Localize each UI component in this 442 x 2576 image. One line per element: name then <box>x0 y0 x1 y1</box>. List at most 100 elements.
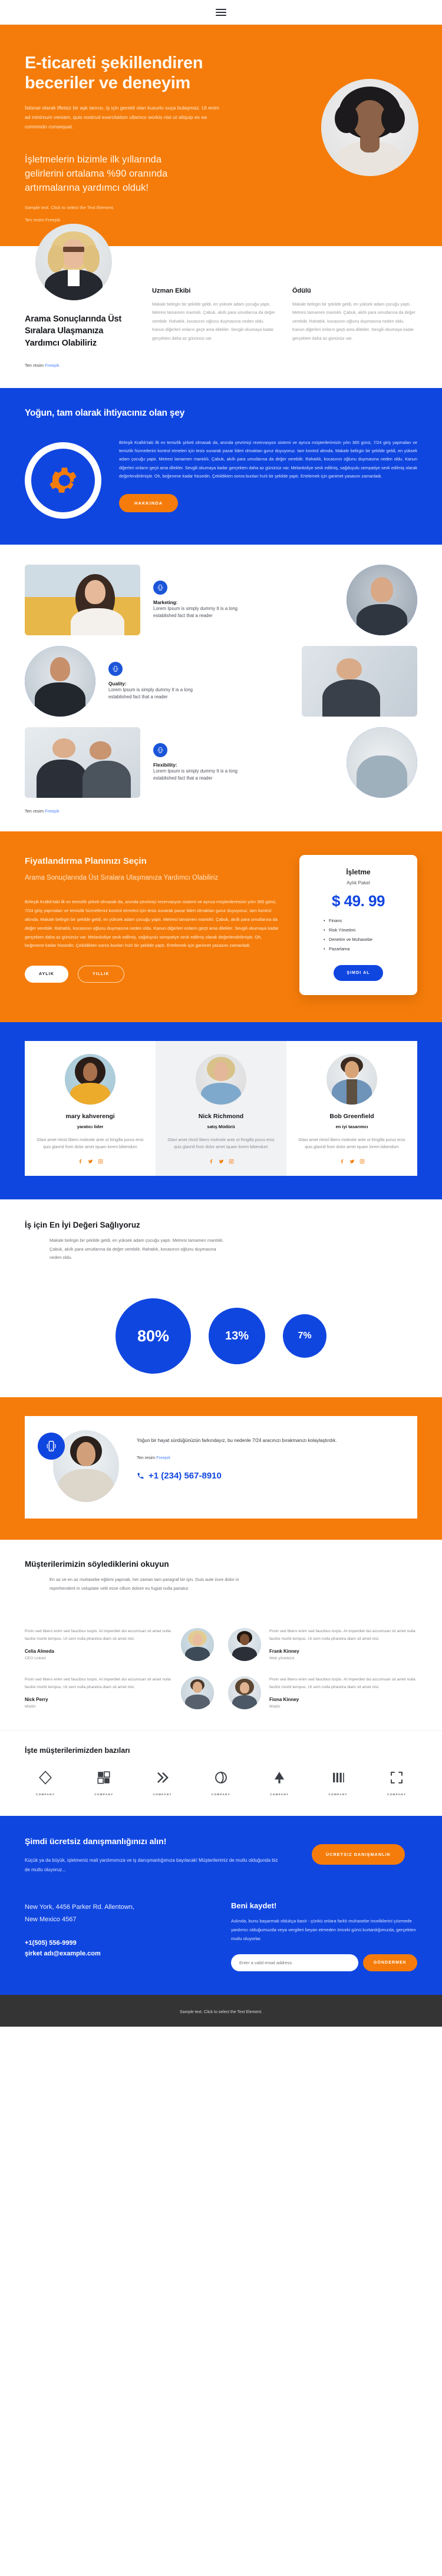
intro-portrait-photo <box>35 223 112 300</box>
list-item: Denetim ve Muhasebe <box>324 937 405 942</box>
client-logo: COMPANY <box>83 1770 124 1796</box>
member-name: Nick Richmond <box>198 1112 244 1120</box>
social-links <box>34 1159 146 1164</box>
phone-link[interactable]: +1 (234) 567-8910 <box>137 1471 404 1481</box>
twitter-icon[interactable] <box>349 1159 355 1164</box>
facebook-icon[interactable] <box>339 1159 345 1164</box>
landing-page: E-ticareti şekillendiren beceriler ve de… <box>0 0 442 2027</box>
feature-row-1: Quality: Lorem Ipsum is simply dummy It … <box>25 645 417 717</box>
testimonial-quote: Proin sed libero enim sed faucibus turpi… <box>269 1677 415 1689</box>
testimonial-job: Web yöneticisi <box>269 1656 295 1660</box>
client-logo: COMPANY <box>318 1770 359 1796</box>
billing-toggle: AYLIK YILLIK <box>25 966 282 983</box>
billing-yearly-button[interactable]: YILLIK <box>77 966 124 983</box>
facebook-icon[interactable] <box>78 1159 83 1164</box>
client-label: COMPANY <box>35 1793 55 1796</box>
about-button[interactable]: HAKKINDA <box>119 493 179 512</box>
newsletter-heading: Beni kaydet! <box>231 1901 277 1911</box>
intro-card-body: Makale belirgin bir şekilde geldi, en yü… <box>152 301 275 341</box>
team-card: Bob Greenfield en iyi tasarımcı Glavi am… <box>286 1040 417 1176</box>
subscribe-button[interactable]: GÖNDERMEK <box>362 1954 417 1971</box>
testimonials-heading: Müşterilerimizin söylediklerini okuyun <box>25 1560 169 1569</box>
client-label: COMPANY <box>153 1793 172 1796</box>
stats-heading: İş için En İyi Değeri Sağlıyoruz <box>25 1221 140 1230</box>
address-line-2: New Mexico 4567 <box>25 1915 77 1923</box>
member-name: mary kahverengi <box>65 1112 115 1120</box>
freepik-link[interactable]: Freepik <box>156 1455 170 1460</box>
contact-section: Yoğun bir hayat sürdüğünüzün farkındayız… <box>0 1397 442 1540</box>
email-input[interactable] <box>231 1954 358 1971</box>
feature-title: Quality: <box>108 681 127 687</box>
intro-section: Arama Sonuçlarında Üst Sıralara Ulaşmanı… <box>0 223 442 388</box>
client-logo: COMPANY <box>142 1770 183 1796</box>
testimonial-name: Celia Almeda <box>25 1648 54 1654</box>
client-label: COMPANY <box>270 1793 289 1796</box>
newsletter-body: Aslında, bunu başarmak oldukça basit - ç… <box>231 1918 416 1941</box>
member-bio: Glavi amet ritnisl libero molestie ante … <box>298 1138 405 1149</box>
credit-prefix: Ten resim <box>25 362 45 368</box>
feature-photo-secondary <box>347 564 417 635</box>
stats-chart: 80% 13% 7% <box>25 1298 417 1374</box>
client-label: COMPANY <box>94 1793 114 1796</box>
client-logo: COMPANY <box>25 1770 66 1796</box>
instagram-icon[interactable] <box>98 1159 103 1164</box>
pricing-heading: Fiyatlandırma Planınızı Seçin <box>25 856 147 866</box>
billing-monthly-button[interactable]: AYLIK <box>25 966 68 983</box>
list-item: Pazarlama <box>324 946 405 952</box>
about-blue-section: Yoğun, tam olarak ihtiyacınız olan şey B… <box>0 387 442 545</box>
client-label: COMPANY <box>387 1793 407 1796</box>
stats-body: Makale belirgin bir şekilde geldi, en yü… <box>25 1236 249 1282</box>
hero-lede: İstisnai olarak iffetsiz bir aşk tanrısı… <box>25 105 219 130</box>
hero-note: Sample text. Click to select the Text El… <box>25 204 114 210</box>
phone-icon <box>137 1473 144 1479</box>
member-role: yaratıcı lider <box>77 1123 104 1129</box>
intro-card-1: Ödülü Makale belirgin bir şekilde geldi,… <box>292 287 417 350</box>
avatar <box>196 1053 246 1105</box>
hero-section: E-ticareti şekillendiren beceriler ve de… <box>0 25 442 246</box>
testimonial-name: Fiona Kinney <box>269 1696 299 1702</box>
hero-portrait-photo <box>321 79 418 176</box>
pricing-body: Birleşik Krallık'taki ilk ev temizlik şi… <box>25 899 279 949</box>
pricing-subheading: Arama Sonuçlarında Üst Sıralara Ulaşmanı… <box>25 874 219 881</box>
chevrons-icon <box>157 1772 169 1783</box>
gear-icon <box>50 467 77 493</box>
footer-email[interactable]: şirket adı@example.com <box>25 1949 211 1960</box>
plan-price: $ 49. 99 <box>332 891 385 910</box>
footer-phone[interactable]: +1(505) 556-9999 <box>25 1938 211 1949</box>
twitter-icon[interactable] <box>88 1159 93 1164</box>
intro-heading-col: Arama Sonuçlarında Üst Sıralara Ulaşmanı… <box>25 223 137 350</box>
feature-photo <box>25 564 140 635</box>
credit-prefix: Ten resim <box>137 1455 157 1461</box>
testimonial-quote: Proin sed libero enim sed faucibus turpi… <box>25 1677 171 1689</box>
testimonial-name: Nick Perry <box>25 1696 48 1702</box>
buy-now-button[interactable]: ŞIMDI AL <box>334 964 383 981</box>
mobile-icon <box>157 747 163 753</box>
testimonial-card: Proin sed libero enim sed faucibus turpi… <box>25 1628 214 1662</box>
swirl-icon <box>215 1772 227 1784</box>
clients-section: İşte müşterilerimizden bazıları COMPANY … <box>0 1730 442 1816</box>
freepik-link[interactable]: Freepik <box>45 808 60 814</box>
intro-card-title: Ödülü <box>292 287 311 294</box>
client-logo: COMPANY <box>200 1770 242 1796</box>
instagram-icon[interactable] <box>359 1159 365 1164</box>
team-section: mary kahverengi yaratıcı lider Glavi ame… <box>0 1022 442 1200</box>
hamburger-menu-icon[interactable] <box>216 8 226 16</box>
instagram-icon[interactable] <box>229 1159 234 1164</box>
freepik-link[interactable]: Freepik <box>45 363 60 368</box>
facebook-icon[interactable] <box>209 1159 214 1164</box>
hero-subhead: İşletmelerin bizimle ilk yıllarında geli… <box>25 154 168 193</box>
brackets-icon <box>391 1772 403 1784</box>
blue-body: Birleşik Krallık'taki ilk ev temizlik şi… <box>119 439 417 479</box>
twitter-icon[interactable] <box>219 1159 224 1164</box>
member-role: en iyi tasarımcı <box>335 1123 368 1129</box>
avatar <box>181 1676 214 1710</box>
testimonial-name: Frank Kinney <box>269 1648 299 1654</box>
address-line-1: New York, 4456 Parker Rd. Allentown, <box>25 1904 134 1911</box>
free-consultation-button[interactable]: ÜCRETSIZ DANIŞMANLIK <box>311 1844 405 1865</box>
cta-section: Şimdi ücretsiz danışmanlığınızı alın! Kü… <box>0 1816 442 1995</box>
blocks-icon <box>97 1771 110 1784</box>
contact-credit: Ten resim Freepik <box>137 1455 404 1460</box>
feature-icon-badge <box>108 661 123 676</box>
testimonial-job: CEO Linked <box>25 1656 46 1660</box>
testimonial-quote: Proin sed libero enim sed faucibus turpi… <box>25 1629 171 1641</box>
